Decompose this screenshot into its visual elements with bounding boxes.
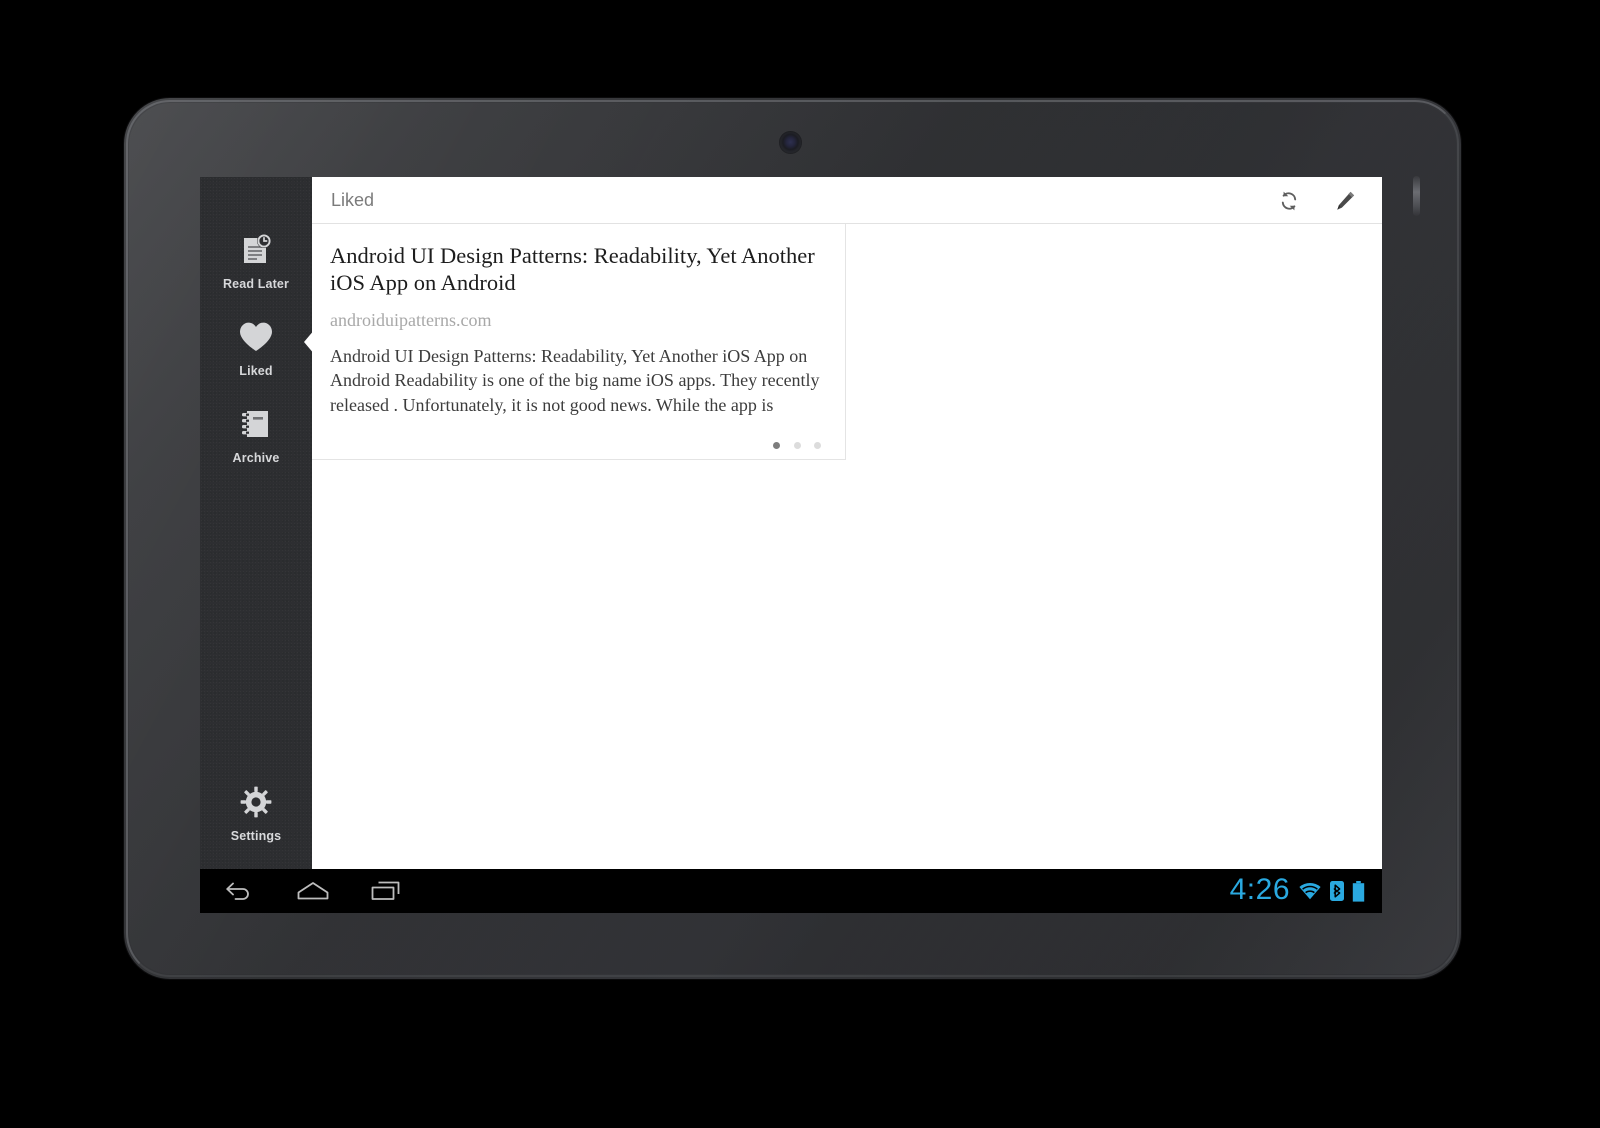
pagination-dot[interactable] bbox=[773, 442, 781, 450]
status-indicators: 4:26 bbox=[1230, 869, 1365, 913]
document-clock-icon bbox=[200, 230, 312, 270]
battery-icon bbox=[1352, 880, 1365, 902]
pagination-dot[interactable] bbox=[814, 442, 821, 450]
sidebar-item-label: Liked bbox=[239, 364, 273, 378]
wifi-icon bbox=[1298, 881, 1322, 901]
status-clock: 4:26 bbox=[1229, 873, 1290, 906]
sidebar-item-label: Read Later bbox=[222, 277, 290, 291]
front-camera-icon bbox=[779, 131, 802, 154]
article-title: Android UI Design Patterns: Readability,… bbox=[330, 243, 815, 295]
sidebar-item-read-later[interactable]: Read Later bbox=[200, 230, 312, 291]
app-sidebar: Read Later Liked Archive Settings bbox=[200, 177, 312, 869]
article-excerpt: Android UI Design Patterns: Readability,… bbox=[330, 346, 820, 415]
sidebar-item-label: Archive bbox=[232, 451, 280, 465]
article-source-domain: androiduipatterns.com bbox=[330, 310, 492, 330]
sidebar-item-liked[interactable]: Liked bbox=[200, 317, 312, 378]
heart-icon bbox=[200, 317, 312, 357]
pagination-dot[interactable] bbox=[793, 442, 801, 450]
back-arrow-icon[interactable] bbox=[216, 875, 262, 907]
sidebar-item-label: Settings bbox=[230, 829, 282, 843]
gear-icon bbox=[200, 782, 312, 822]
sidebar-item-settings[interactable]: Settings bbox=[200, 782, 312, 843]
pencil-edit-icon[interactable] bbox=[1330, 186, 1360, 216]
tablet-screen: Read Later Liked Archive Settings Liked … bbox=[200, 177, 1382, 913]
bluetooth-icon bbox=[1330, 881, 1344, 901]
power-button[interactable] bbox=[1413, 176, 1420, 216]
page-title: Liked bbox=[331, 190, 375, 210]
home-icon[interactable] bbox=[290, 875, 336, 907]
android-system-navigation-bar: 4:26 bbox=[200, 869, 1382, 913]
refresh-sync-icon[interactable] bbox=[1274, 186, 1304, 216]
recent-apps-icon[interactable] bbox=[363, 875, 409, 907]
sidebar-item-archive[interactable]: Archive bbox=[200, 404, 312, 465]
content-area: Liked Android UI Design Patterns: Readab… bbox=[312, 177, 1382, 913]
notebook-icon bbox=[200, 404, 312, 444]
app-header: Liked bbox=[312, 177, 1382, 224]
pagination-dots[interactable] bbox=[330, 436, 823, 450]
article-card[interactable]: Android UI Design Patterns: Readability,… bbox=[312, 224, 846, 461]
